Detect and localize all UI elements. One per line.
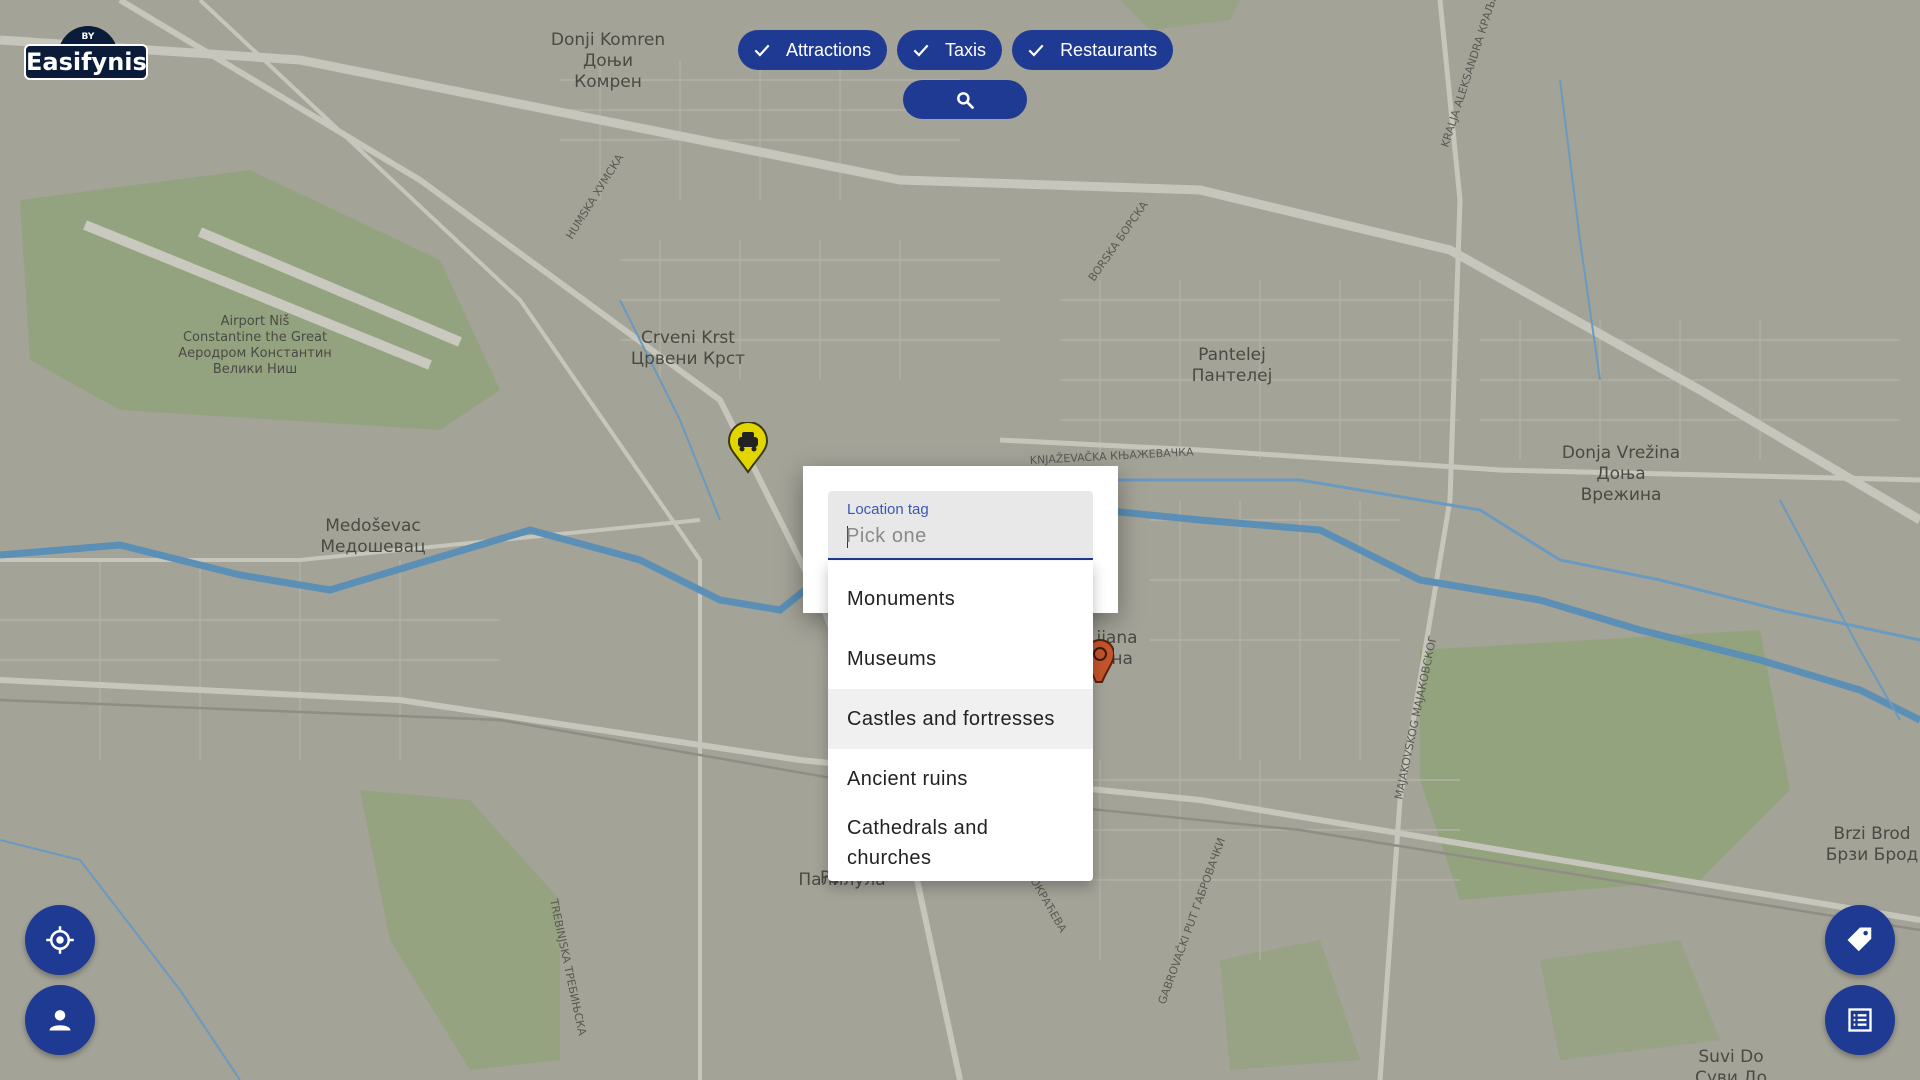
svg-text:Suvi Do: Suvi Do [1698,1047,1763,1067]
place-label: Пантелеј [1192,366,1273,386]
place-label: Брзи Брод [1826,845,1919,865]
filter-chips: Attractions Taxis Restaurants [738,30,1174,70]
filter-chip-attractions[interactable]: Attractions [738,30,888,70]
search-button[interactable] [903,80,1027,119]
location-tag-options-menu: Monuments Museums Castles and fortresses… [828,561,1093,881]
filter-chip-label: Restaurants [1060,39,1158,60]
filter-chip-label: Taxis [945,39,987,60]
svg-text:Велики Ниш: Велики Ниш [213,362,297,377]
filter-chip-label: Attractions [786,39,872,60]
place-label: Pantelej [1198,345,1266,365]
place-label: Велики Ниш [213,362,297,377]
svg-text:Constantine the Great: Constantine the Great [183,330,327,345]
place-label: Доњи [583,51,633,71]
search-icon [957,91,974,109]
place-label: Constantine the Great [183,330,327,345]
svg-text:Пантелеј: Пантелеј [1192,366,1273,386]
option-monuments[interactable]: Monuments [828,569,1093,629]
option-museums[interactable]: Museums [828,629,1093,689]
place-label: Врежина [1581,485,1662,505]
location-tag-field[interactable]: Location tag [828,491,1093,560]
place-label: Медошевац [320,537,425,557]
svg-text:Аеродром Константин: Аеродром Константин [178,346,332,361]
check-icon [754,44,770,57]
svg-text:Medoševac: Medoševac [325,516,420,536]
place-label: Суви До [1695,1068,1767,1080]
location-tag-label: Location tag [847,501,929,518]
option-cathedrals-and-churches[interactable]: Cathedrals and churches [828,809,1093,881]
crosshair-icon [46,926,74,954]
tags-button[interactable] [1825,905,1895,975]
place-label: Donja Vrežina [1562,443,1680,463]
tag-icon [1847,927,1872,952]
svg-text:Crveni Krst: Crveni Krst [641,328,735,348]
svg-text:Donja Vrežina: Donja Vrežina [1562,443,1680,463]
place-label: Комрен [574,72,642,92]
person-icon [49,1010,71,1031]
svg-text:Црвени Крст: Црвени Крст [631,349,745,369]
place-label: Brzi Brod [1833,824,1910,844]
place-label: Medoševac [325,516,420,536]
place-label: Airport Niš [221,314,290,329]
svg-text:Медошевац: Медошевац [320,537,425,557]
location-tag-input[interactable] [846,525,1076,548]
place-label: Аеродром Константин [178,346,332,361]
place-label: Доња [1596,464,1645,484]
svg-text:Комрен: Комрен [574,72,642,92]
check-icon [913,44,929,57]
my-location-button[interactable] [25,905,95,975]
svg-text:Airport Niš: Airport Niš [221,314,290,329]
list-view-button[interactable] [1825,985,1895,1055]
filter-chip-taxis[interactable]: Taxis [897,30,1003,70]
svg-text:Доња: Доња [1596,464,1645,484]
svg-text:Суви До: Суви До [1695,1068,1767,1080]
filter-chip-restaurants[interactable]: Restaurants [1012,30,1174,70]
app-logo[interactable]: BY Easifynis [24,24,152,82]
logo-badge-text: BY [81,32,95,42]
place-label: Suvi Do [1698,1047,1763,1067]
svg-text:Доњи: Доњи [583,51,633,71]
place-label: Donji Komren [551,30,665,50]
profile-button[interactable] [25,985,95,1055]
svg-text:Брзи Брод: Брзи Брод [1826,845,1919,865]
svg-text:Pantelej: Pantelej [1198,345,1266,365]
svg-text:Врежина: Врежина [1581,485,1662,505]
option-castles-and-fortresses[interactable]: Castles and fortresses [828,689,1093,749]
list-icon [1848,1008,1872,1032]
place-label: Crveni Krst [641,328,735,348]
taxi-marker-icon[interactable] [727,422,769,474]
svg-text:Donji Komren: Donji Komren [551,30,665,50]
svg-text:Brzi Brod: Brzi Brod [1833,824,1910,844]
place-label: Црвени Крст [631,349,745,369]
check-icon [1028,44,1044,57]
option-ancient-ruins[interactable]: Ancient ruins [828,749,1093,809]
logo-wordmark: Easifynis [24,44,148,80]
